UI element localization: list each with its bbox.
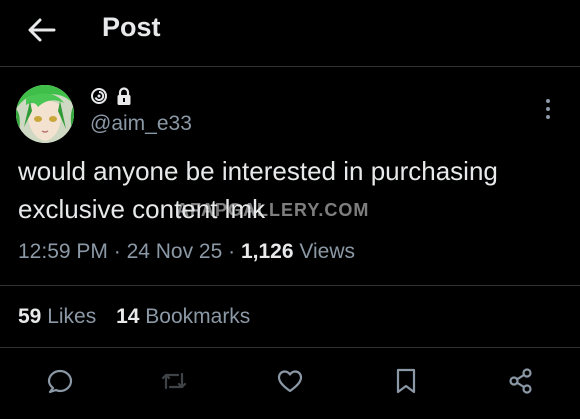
likes-stat[interactable]: 59 Likes: [18, 305, 102, 328]
lock-icon: [116, 86, 132, 106]
back-arrow-icon[interactable]: [24, 14, 58, 46]
post-date[interactable]: 24 Nov 25: [127, 240, 223, 263]
bookmark-icon[interactable]: [391, 366, 421, 396]
watermark: AFAPGALLERY.COM: [176, 200, 370, 220]
reply-icon[interactable]: [45, 366, 75, 396]
bookmarks-stat[interactable]: 14 Bookmarks: [116, 305, 250, 328]
more-icon[interactable]: [538, 96, 558, 122]
avatar[interactable]: [16, 85, 74, 143]
post-meta: 12:59 PM · 24 Nov 25 · 1,126 Views: [18, 240, 355, 264]
page-title: Post: [102, 12, 161, 42]
author-handle[interactable]: @aim_e33: [90, 112, 192, 136]
bookmarks-count: 14: [116, 305, 140, 328]
badges: [90, 86, 132, 106]
swirl-icon: [90, 87, 108, 105]
action-bar: [0, 358, 580, 402]
meta-divider: [0, 285, 580, 286]
header-divider: [0, 66, 580, 67]
meta-separator: ·: [228, 240, 241, 263]
post-time[interactable]: 12:59 PM: [18, 240, 108, 263]
share-icon[interactable]: [506, 366, 536, 396]
views-count: 1,126: [240, 240, 294, 263]
repost-icon[interactable]: [159, 366, 189, 396]
top-bar: Post: [0, 0, 580, 64]
stats-divider: [0, 347, 580, 348]
likes-label: Likes: [47, 305, 97, 328]
meta-separator: ·: [113, 240, 127, 263]
likes-count: 59: [18, 305, 42, 328]
views-label: Views: [299, 240, 356, 263]
like-icon[interactable]: [275, 366, 305, 396]
engagement-stats: 59 Likes 14 Bookmarks: [18, 305, 264, 329]
bookmarks-label: Bookmarks: [145, 305, 251, 328]
